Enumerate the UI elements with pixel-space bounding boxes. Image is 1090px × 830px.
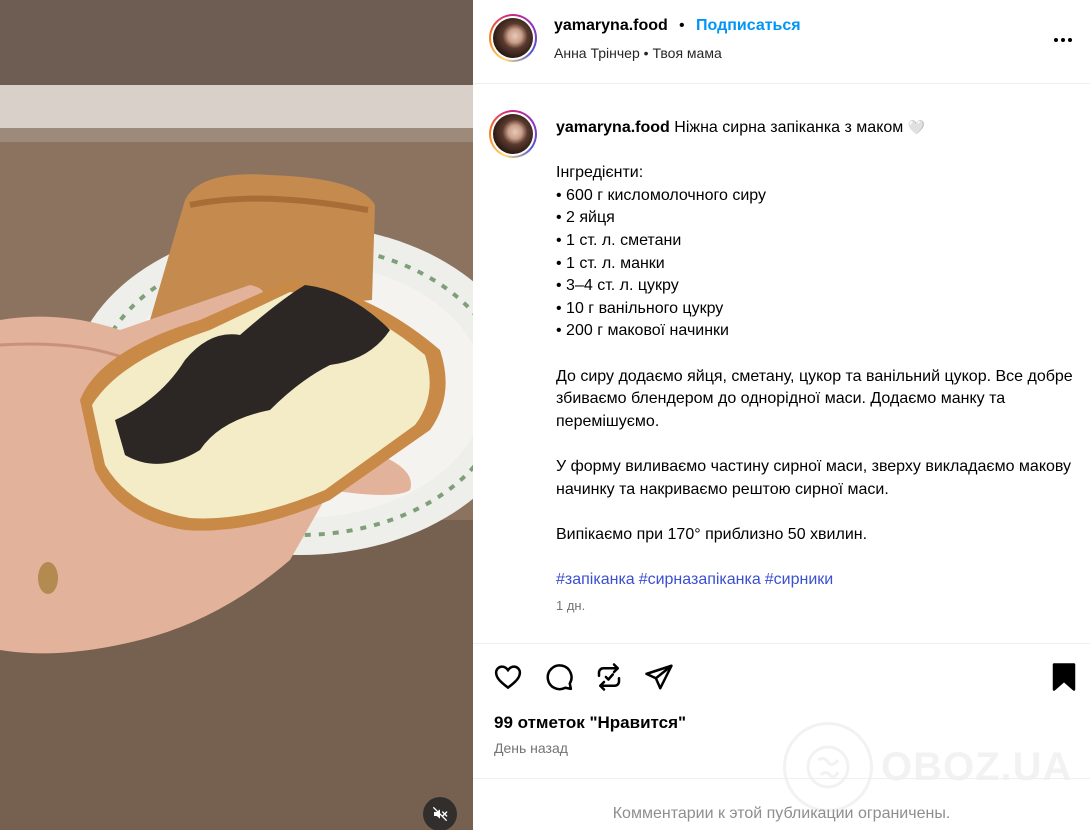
heart-icon xyxy=(494,665,522,690)
ingredient-item: • 200 г макової начинки xyxy=(556,322,729,340)
more-options-button[interactable] xyxy=(1049,26,1077,54)
caption-text: yamaryna.food Ніжна сирна запіканка з ма… xyxy=(556,116,1081,591)
recipe-step: Випікаємо при 170° приблизно 50 хвилин. xyxy=(556,525,868,543)
recipe-step: У форму виливаємо частину сирної маси, з… xyxy=(556,457,1072,498)
comments-limited-notice: Комментарии к этой публикации ограничены… xyxy=(612,805,951,822)
audio-artist[interactable]: Анна Трінчер xyxy=(554,45,640,61)
post-caption: yamaryna.food Ніжна сирна запіканка з ма… xyxy=(473,84,1090,644)
caption-avatar[interactable] xyxy=(489,110,537,158)
audio-separator: • xyxy=(643,45,649,61)
share-button[interactable] xyxy=(643,661,675,693)
ingredient-item: • 10 г ванільного цукру xyxy=(556,299,724,317)
save-button[interactable] xyxy=(1048,661,1080,693)
recipe-step: До сиру додаємо яйця, сметану, цукор та … xyxy=(556,367,1073,430)
post-media-video[interactable] xyxy=(0,0,473,830)
bookmark-icon xyxy=(1052,663,1076,691)
comment-icon xyxy=(546,664,573,691)
ingredient-item: • 2 яйця xyxy=(556,209,615,227)
mute-button[interactable] xyxy=(423,797,457,830)
hashtags: #запіканка #сирназапіканка #сирники xyxy=(556,569,1081,592)
like-button[interactable] xyxy=(492,661,524,693)
hashtag-link[interactable]: #сирники xyxy=(765,571,833,588)
share-icon xyxy=(645,664,673,690)
ingredients-heading: Інгредієнти: xyxy=(556,164,644,182)
avatar[interactable] xyxy=(489,14,537,62)
post-details-panel: yamaryna.food • Подписаться Анна Трінчер… xyxy=(473,0,1090,830)
audio-title[interactable]: Твоя мама xyxy=(652,45,721,61)
separator-dot: • xyxy=(679,17,685,34)
more-icon xyxy=(1054,38,1072,42)
caption-title: Ніжна сирна запіканка з маком xyxy=(674,119,904,136)
hashtag-link[interactable]: #запіканка xyxy=(556,571,635,588)
ingredient-item: • 1 ст. л. манки xyxy=(556,254,665,272)
author-username[interactable]: yamaryna.food xyxy=(554,17,668,35)
repost-icon xyxy=(597,663,621,691)
casserole-photo xyxy=(0,0,473,830)
hashtag-link[interactable]: #сирназапіканка xyxy=(639,571,761,588)
action-bar xyxy=(473,645,1090,705)
heart-emoji: 🤍 xyxy=(907,119,926,135)
likes-count[interactable]: 99 отметок "Нравится" xyxy=(494,713,686,733)
muted-speaker-icon xyxy=(432,806,448,822)
follow-button[interactable]: Подписаться xyxy=(696,17,801,35)
repost-button[interactable] xyxy=(593,661,625,693)
comments-footer: Комментарии к этой публикации ограничены… xyxy=(473,778,1090,830)
audio-info[interactable]: Анна Трінчер • Твоя мама xyxy=(554,45,722,61)
post-date[interactable]: День назад xyxy=(494,740,568,756)
caption-username[interactable]: yamaryna.food xyxy=(556,119,670,136)
caption-timestamp[interactable]: 1 дн. xyxy=(556,598,585,613)
ingredient-item: • 3–4 ст. л. цукру xyxy=(556,277,679,295)
comment-button[interactable] xyxy=(543,661,575,693)
ingredient-item: • 1 ст. л. сметани xyxy=(556,231,682,249)
post-header: yamaryna.food • Подписаться Анна Трінчер… xyxy=(473,0,1090,84)
ingredient-item: • 600 г кисломолочного сиру xyxy=(556,186,766,204)
